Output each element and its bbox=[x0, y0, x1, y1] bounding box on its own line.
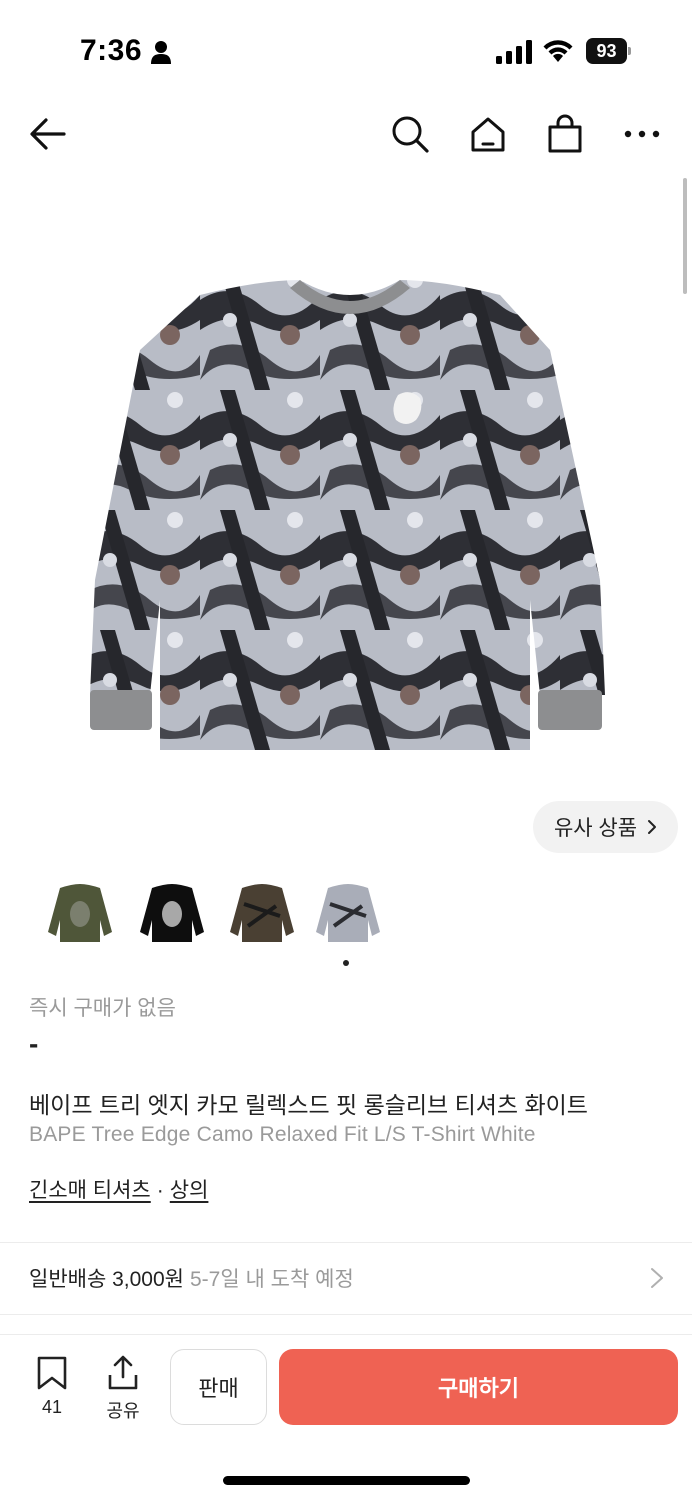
wifi-icon bbox=[543, 40, 573, 62]
scroll-indicator[interactable] bbox=[683, 178, 687, 294]
thumbnail-carousel bbox=[42, 876, 392, 952]
search-icon bbox=[392, 116, 429, 153]
product-title-english: BAPE Tree Edge Camo Relaxed Fit L/S T-Sh… bbox=[29, 1123, 536, 1146]
top-navigation bbox=[0, 100, 692, 170]
status-bar: 7:36 93 bbox=[0, 0, 692, 100]
thumbnail-olive[interactable] bbox=[42, 876, 118, 952]
chevron-right-icon bbox=[648, 820, 657, 834]
home-icon bbox=[471, 117, 505, 152]
sell-button[interactable]: 판매 bbox=[170, 1349, 267, 1425]
product-image[interactable] bbox=[80, 270, 620, 770]
delivery-fee: 일반배송 3,000원 bbox=[29, 1268, 184, 1291]
instant-buy-label: 즉시 구매가 없음 bbox=[29, 997, 176, 1020]
battery-level: 93 bbox=[586, 38, 627, 64]
share-label: 공유 bbox=[106, 1401, 140, 1421]
category-breadcrumb: 긴소매 티셔츠 · 상의 bbox=[29, 1174, 208, 1204]
buy-button[interactable]: 구매하기 bbox=[279, 1349, 678, 1425]
category-link-tops[interactable]: 상의 bbox=[170, 1179, 209, 1202]
thumbnail-black[interactable] bbox=[134, 876, 210, 952]
thumbnail-camo-brown[interactable] bbox=[224, 876, 300, 952]
bottom-action-bar: 41 공유 판매 구매하기 bbox=[0, 1334, 692, 1444]
product-title-korean: 베이프 트리 엣지 카모 릴렉스드 핏 롱슬리브 티셔츠 화이트 bbox=[29, 1092, 588, 1118]
back-button[interactable] bbox=[26, 112, 70, 156]
category-separator: · bbox=[156, 1179, 164, 1202]
search-button[interactable] bbox=[388, 112, 432, 156]
back-arrow-icon bbox=[30, 118, 66, 150]
bookmark-button[interactable]: 41 bbox=[27, 1355, 77, 1418]
status-time: 7:36 bbox=[80, 34, 143, 67]
chevron-right-icon bbox=[651, 1268, 663, 1288]
category-link-long-sleeve[interactable]: 긴소매 티셔츠 bbox=[29, 1179, 151, 1202]
cart-button[interactable] bbox=[543, 112, 587, 156]
similar-products-label: 유사 상품 bbox=[553, 817, 638, 840]
similar-products-button[interactable]: 유사 상품 bbox=[533, 801, 678, 853]
delivery-info-row[interactable]: 일반배송 3,000원 5-7일 내 도착 예정 bbox=[0, 1243, 692, 1313]
share-button[interactable]: 공유 bbox=[98, 1355, 148, 1423]
divider bbox=[0, 1314, 692, 1315]
cellular-signal-icon bbox=[496, 40, 532, 64]
more-button[interactable] bbox=[620, 112, 664, 156]
home-indicator[interactable] bbox=[223, 1476, 470, 1485]
share-icon bbox=[108, 1355, 138, 1390]
bookmark-count: 41 bbox=[41, 1397, 63, 1417]
price-value: - bbox=[29, 1028, 39, 1059]
battery-cap bbox=[628, 47, 631, 55]
more-icon bbox=[624, 130, 660, 138]
battery-indicator: 93 bbox=[586, 38, 631, 64]
person-icon bbox=[151, 41, 171, 64]
thumbnail-camo-white[interactable] bbox=[310, 876, 386, 952]
home-button[interactable] bbox=[466, 112, 510, 156]
shopping-bag-icon bbox=[548, 114, 582, 153]
bookmark-icon bbox=[37, 1356, 67, 1390]
selected-thumbnail-indicator bbox=[343, 960, 349, 966]
delivery-eta: 5-7일 내 도착 예정 bbox=[190, 1268, 354, 1291]
